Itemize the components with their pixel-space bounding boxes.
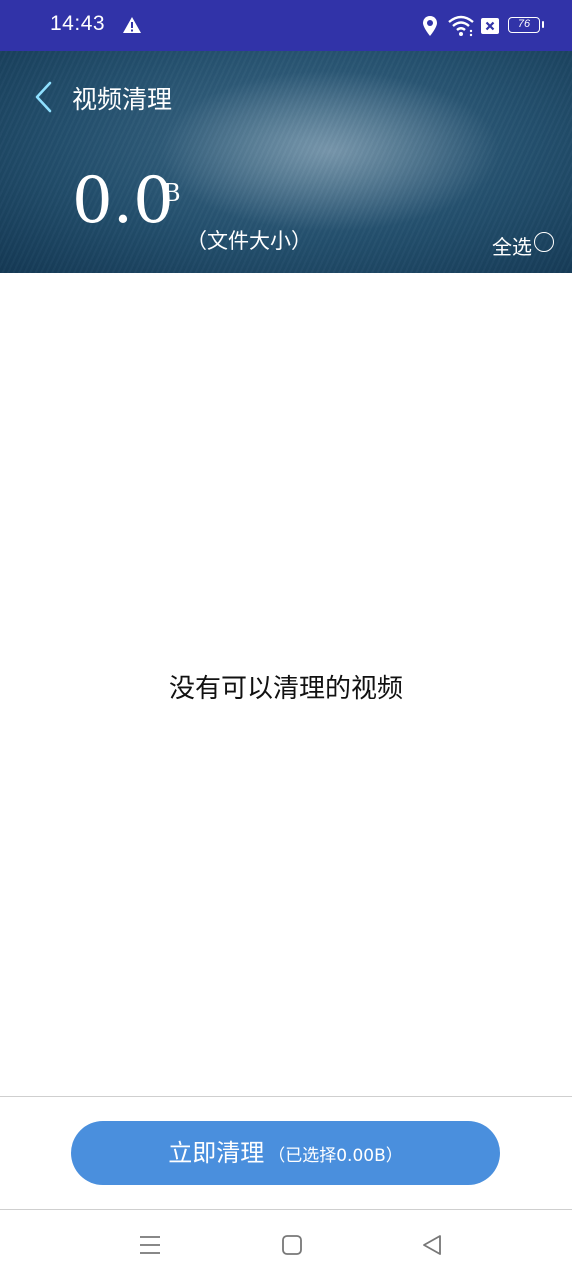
clean-now-label: 立即清理 <box>168 1139 265 1167</box>
close-box-icon <box>481 18 499 34</box>
wifi-icon <box>448 15 474 37</box>
file-size-value: 0.0 <box>72 164 174 238</box>
status-bar: 14:43 76 <box>0 0 572 51</box>
clean-now-button[interactable]: 立即清理 （已选择0.00B） <box>71 1121 500 1185</box>
selected-size-text: （已选择0.00B） <box>268 1146 403 1166</box>
battery-icon: 76 <box>508 17 544 33</box>
page-title: 视频清理 <box>72 85 173 114</box>
screen: 14:43 76 视频清理 0.0 B （文件大小） 全选 没有可以清理的视频 … <box>0 0 572 1280</box>
location-icon <box>423 16 437 36</box>
divider <box>0 1096 572 1097</box>
file-size-caption: （文件大小） <box>186 229 312 253</box>
empty-message: 没有可以清理的视频 <box>168 674 403 704</box>
back-icon[interactable] <box>421 1233 443 1257</box>
file-size-unit: B <box>163 179 181 207</box>
navigation-bar <box>0 1210 572 1280</box>
status-time: 14:43 <box>50 12 106 35</box>
select-all-label[interactable]: 全选 <box>492 231 532 260</box>
home-icon[interactable] <box>281 1234 303 1256</box>
warning-icon <box>123 17 141 33</box>
menu-icon[interactable] <box>139 1234 161 1256</box>
header: 视频清理 0.0 B （文件大小） 全选 <box>0 51 572 273</box>
back-arrow-icon[interactable] <box>28 77 58 117</box>
select-all-radio[interactable] <box>534 232 554 252</box>
